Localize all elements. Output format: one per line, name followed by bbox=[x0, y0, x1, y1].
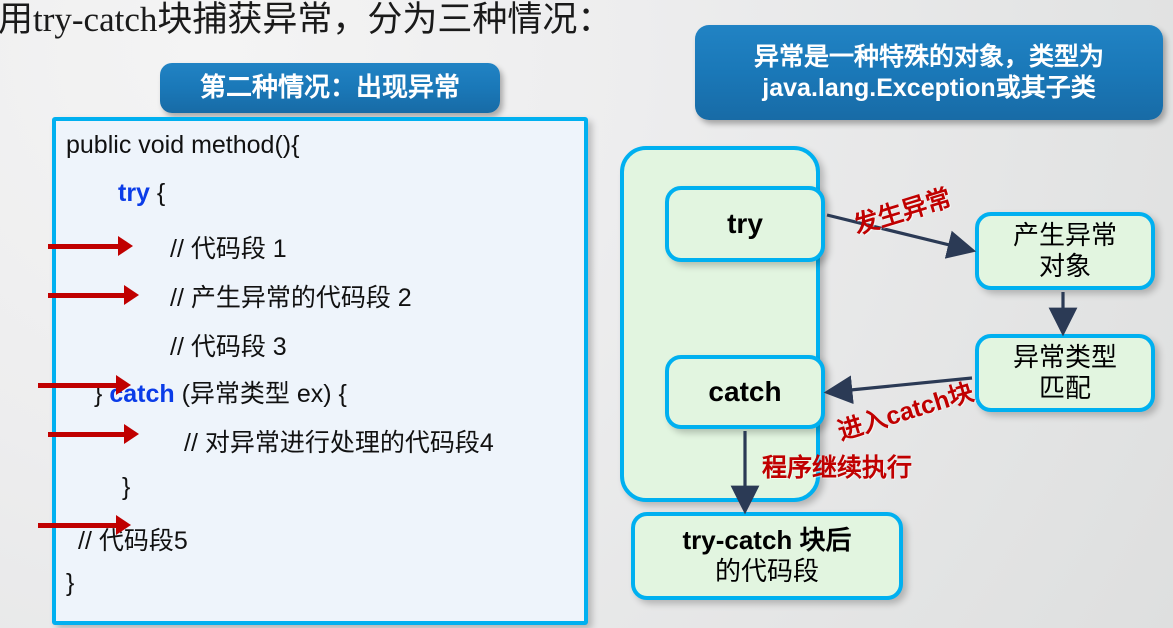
flow-box-after-line1: try-catch 块后 bbox=[682, 525, 852, 556]
case-banner: 第二种情况：出现异常 bbox=[160, 63, 500, 113]
flow-box-match-line1: 异常类型 bbox=[1012, 342, 1117, 373]
flow-box-catch[interactable]: catch bbox=[665, 355, 825, 429]
edge-label-occur: 发生异常 bbox=[850, 183, 955, 240]
code-panel: public void method(){ try { // 代码段 1 // … bbox=[52, 117, 588, 625]
flow-box-throw-line1: 产生异常 bbox=[1012, 220, 1117, 251]
edge-label-enter-catch: 进入catch块 bbox=[834, 378, 977, 446]
code-line-0: public void method(){ bbox=[66, 131, 300, 159]
keyword-try: try bbox=[118, 179, 150, 207]
flow-box-throw-exception[interactable]: 产生异常 对象 bbox=[975, 212, 1155, 290]
flow-box-after-line2: 的代码段 bbox=[714, 556, 819, 586]
case-banner-label: 第二种情况：出现异常 bbox=[199, 72, 460, 103]
flow-box-match-type[interactable]: 异常类型 匹配 bbox=[975, 334, 1155, 412]
code-line-1: try { bbox=[66, 179, 165, 208]
flow-box-match-line2: 匹配 bbox=[1038, 373, 1091, 403]
slide-canvas: 用try-catch块捕获异常，分为三种情况： 第二种情况：出现异常 异常是一种… bbox=[0, 0, 1173, 628]
exception-note-banner: 异常是一种特殊的对象，类型为 java.lang.Exception或其子类 bbox=[695, 25, 1163, 120]
code-line-4: // 代码段 3 bbox=[170, 333, 287, 361]
page-title: 用try-catch块捕获异常，分为三种情况： bbox=[0, 0, 613, 39]
code-line-7: } bbox=[122, 473, 131, 501]
edge-label-continue: 程序继续执行 bbox=[762, 454, 913, 482]
flow-box-after-try-catch[interactable]: try-catch 块后 的代码段 bbox=[631, 512, 903, 600]
code-line-5: } catch (异常类型 ex) { bbox=[66, 374, 347, 410]
exception-note-line2: java.lang.Exception或其子类 bbox=[762, 73, 1096, 102]
code-line-1-rest: { bbox=[156, 179, 166, 207]
flow-box-catch-label: catch bbox=[708, 376, 782, 408]
code-line-9: } bbox=[66, 569, 75, 597]
flow-box-throw-line2: 对象 bbox=[1038, 251, 1091, 281]
code-line-5-rest: (异常类型 ex) { bbox=[181, 380, 347, 408]
flow-box-try[interactable]: try bbox=[665, 186, 825, 262]
flow-box-try-label: try bbox=[727, 208, 763, 240]
exception-note-line1: 异常是一种特殊的对象，类型为 bbox=[753, 43, 1104, 71]
